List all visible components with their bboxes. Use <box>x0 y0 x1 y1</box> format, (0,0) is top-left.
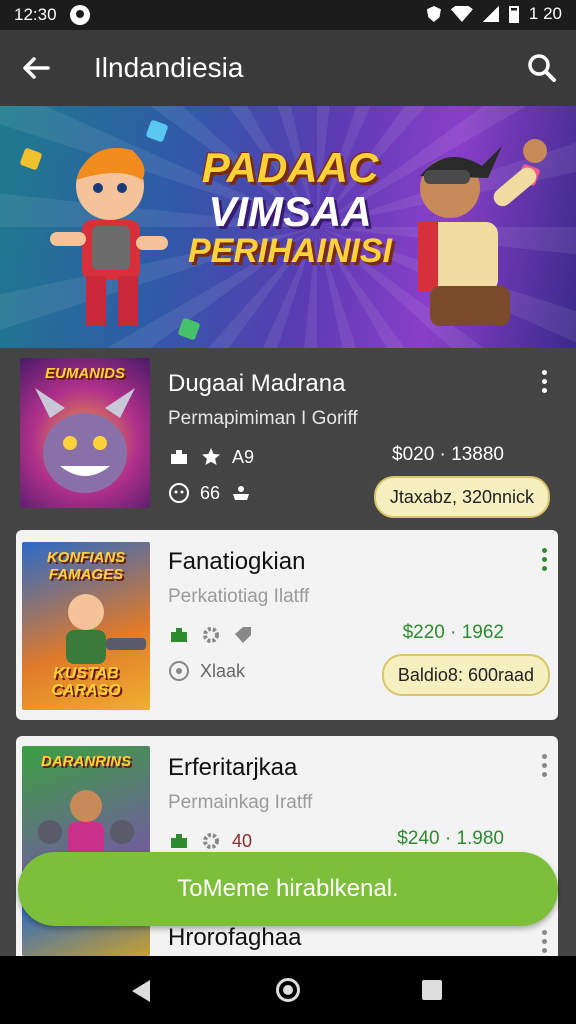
action-pill[interactable]: Jtaxabz, 320nnick <box>373 476 550 518</box>
search-icon <box>528 54 556 82</box>
status-time: 12:30 <box>14 5 57 24</box>
card-meta-row: 40 <box>168 830 252 852</box>
game-price: $240 · 1.980 <box>397 828 504 849</box>
hero-character-right <box>418 139 547 326</box>
game-title: Hrorofaghaa <box>168 924 302 951</box>
action-pill[interactable]: Baldio8: 600raad <box>381 654 550 696</box>
game-subtitle: Perkatiotiag Ilatff <box>168 586 310 607</box>
puzzle-icon <box>171 628 187 642</box>
game-rating: A9 <box>232 446 255 467</box>
game-meta-value: Xlaak <box>200 660 246 681</box>
status-right-time: 1 20 <box>528 4 562 23</box>
game-meta-value: 66 <box>200 482 221 503</box>
nav-home-button[interactable] <box>276 978 300 1002</box>
game-price: $220 · 1962 <box>402 622 504 643</box>
more-options-button[interactable] <box>538 754 550 782</box>
thumbnail-subtitle: KUSTAB CARASO <box>51 664 121 700</box>
shield-icon <box>426 6 441 22</box>
target-icon <box>169 661 189 681</box>
banner-line-3: PERIHAINISI <box>187 232 393 271</box>
game-price: $020 · 13880 <box>392 444 504 465</box>
more-options-button[interactable] <box>538 930 550 958</box>
game-title: Fanatiogkian <box>168 548 306 575</box>
gear-icon <box>203 833 219 849</box>
gear-icon <box>203 627 219 643</box>
game-title: Erferitarjkaa <box>168 754 298 781</box>
signal-icon <box>482 6 499 22</box>
banner-headline: PADAAC VIMSAA PERIHAINISI <box>175 144 405 271</box>
featured-banner[interactable]: PADAAC VIMSAA PERIHAINISI <box>0 106 576 348</box>
card-meta-row: A9 <box>168 446 254 468</box>
more-options-button[interactable] <box>538 370 550 398</box>
system-nav-bar <box>0 956 576 1024</box>
game-card[interactable]: KONFIANS FAMAGES KUSTAB CARASO Fanatiogk… <box>16 530 558 720</box>
puzzle-icon <box>171 834 187 848</box>
tag-icon <box>235 627 251 643</box>
arrow-left-icon <box>23 57 50 79</box>
search-button[interactable] <box>526 52 558 84</box>
banner-line-2: VIMSAA <box>208 188 372 236</box>
wifi-icon <box>450 6 473 22</box>
back-button[interactable] <box>18 50 54 86</box>
thumbnail-title: KONFIANS FAMAGES <box>46 549 126 583</box>
smiley-icon <box>169 483 189 503</box>
toast-message[interactable]: ToMeme hirablkenal. <box>18 852 558 926</box>
notification-app-icon <box>70 5 90 25</box>
game-subtitle: Permainkag Iratff <box>168 792 313 813</box>
status-icons: 1 20 <box>426 4 562 24</box>
game-card[interactable]: EUMANIDS Dugaai Madrana Permapimiman I G… <box>16 352 558 518</box>
game-thumbnail[interactable]: KONFIANS FAMAGES KUSTAB CARASO <box>22 542 150 710</box>
status-bar: 12:30 1 20 <box>0 0 576 30</box>
game-subtitle: Permapimiman I Goriff <box>168 408 358 429</box>
game-rating: 40 <box>232 830 253 851</box>
star-icon <box>202 448 220 465</box>
page-title: Ilndandiesia <box>94 52 244 83</box>
battery-icon <box>508 5 519 23</box>
card-meta-row-2: Xlaak <box>168 660 245 682</box>
game-title: Dugaai Madrana <box>168 370 346 397</box>
nav-recents-button[interactable] <box>422 980 442 1000</box>
card-meta-row-2: 66 <box>168 482 252 504</box>
cart-icon <box>233 486 250 500</box>
hero-character-left <box>50 148 168 326</box>
thumbnail-title: EUMANIDS <box>44 365 125 382</box>
app-bar: Ilndandiesia <box>0 30 576 106</box>
banner-line-1: PADAAC <box>201 144 379 191</box>
thumbnail-title: DARANRINS <box>41 753 131 770</box>
puzzle-icon <box>171 450 187 464</box>
card-meta-row <box>168 624 254 646</box>
more-options-button[interactable] <box>538 548 550 576</box>
game-thumbnail[interactable]: EUMANIDS <box>20 358 150 508</box>
nav-back-button[interactable] <box>132 980 150 1002</box>
